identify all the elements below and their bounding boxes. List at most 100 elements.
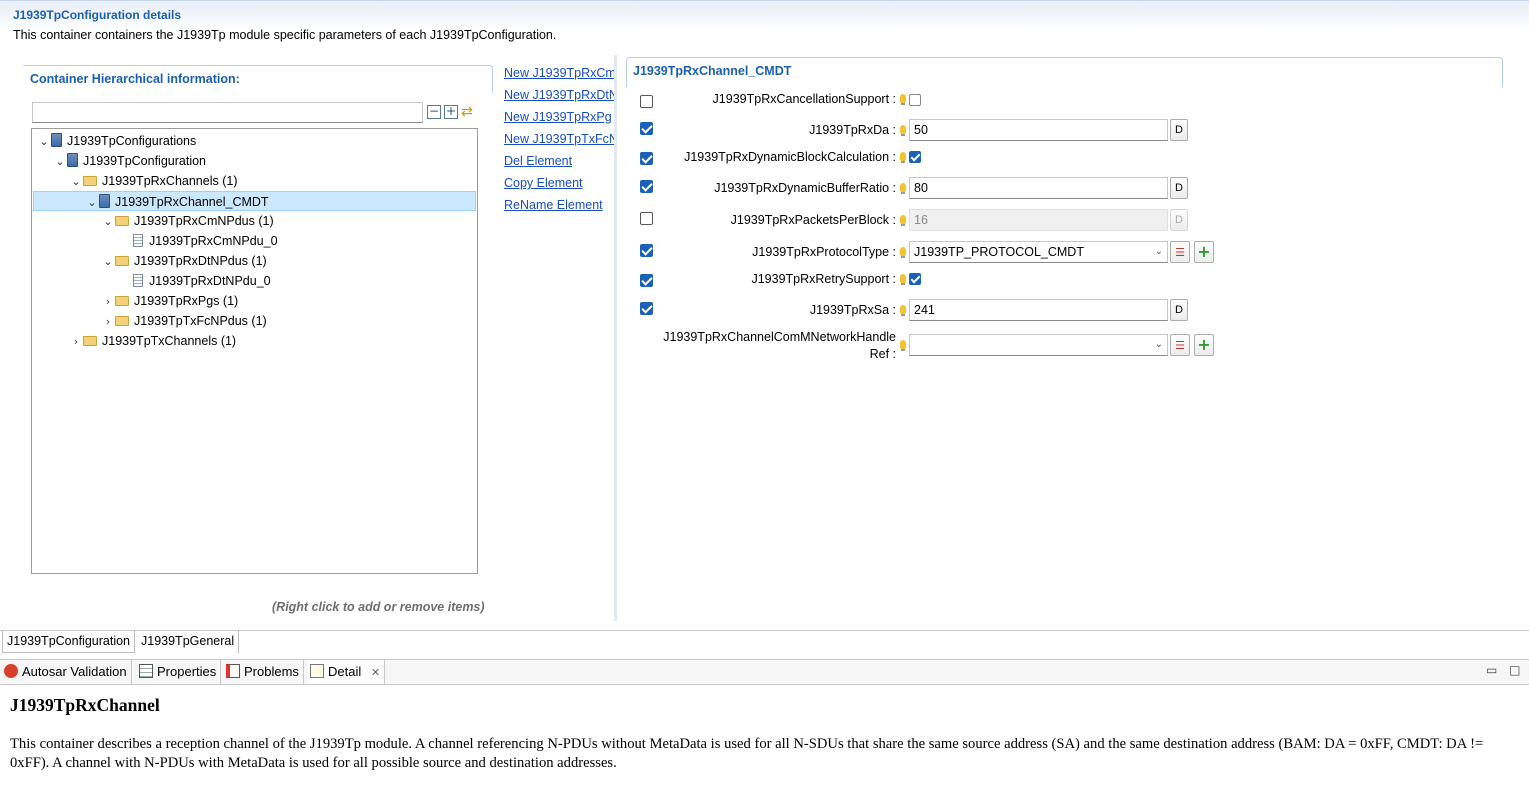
detail-description: This container describes a reception cha…: [10, 736, 1484, 771]
chevron-right-icon[interactable]: ›: [101, 312, 115, 332]
new-txfcn-link[interactable]: New J1939TpTxFcN: [504, 132, 614, 146]
hint-bulb-icon: [900, 274, 906, 285]
tree-node-rxchannel-cmdt[interactable]: ⌄ J1939TpRxChannel_CMDT: [33, 191, 476, 211]
tree-node-rxchannels[interactable]: ⌄ J1939TpRxChannels (1): [69, 171, 237, 192]
chevron-down-icon: ⌄: [1154, 339, 1163, 350]
packets-per-block-default-button: D: [1170, 209, 1188, 231]
folder-icon: [83, 336, 97, 346]
folder-icon: [83, 176, 97, 186]
comm-ref-add-button[interactable]: +: [1194, 334, 1214, 356]
detail-title: J1939TpRxChannel: [10, 695, 160, 715]
chevron-down-icon[interactable]: ⌄: [85, 193, 99, 213]
plus-icon: +: [1197, 242, 1211, 261]
chevron-down-icon[interactable]: ⌄: [101, 212, 115, 232]
hint-bulb-icon: [900, 94, 906, 105]
edit-icon: [310, 664, 324, 678]
rxda-default-button[interactable]: D: [1170, 119, 1188, 141]
dynamic-buffer-ratio-default-button[interactable]: D: [1170, 177, 1188, 199]
tree-node-configurations[interactable]: ⌄ J1939TpConfigurations: [37, 131, 196, 151]
chevron-down-icon[interactable]: ⌄: [53, 152, 67, 172]
page-title: J1939TpConfiguration details: [13, 8, 182, 22]
param-label: J1939TpRxSa :: [809, 303, 896, 317]
hint-bulb-icon: [900, 247, 906, 258]
new-rxcm-link[interactable]: New J1939TpRxCm: [504, 66, 614, 80]
tree-node-txfcnpdus[interactable]: › J1939TpTxFcNPdus (1): [101, 311, 267, 331]
param-label: J1939TpRxCancellationSupport :: [712, 92, 896, 106]
folder-icon: [115, 216, 129, 226]
tree-node-configuration[interactable]: ⌄ J1939TpConfiguration: [53, 151, 206, 171]
hint-bulb-icon: [900, 125, 906, 136]
hierarchy-panel-title: Container Hierarchical information:: [30, 72, 240, 86]
param-label: J1939TpRxDynamicBlockCalculation :: [684, 150, 896, 164]
document-icon: [133, 274, 143, 287]
list-icon: ☰: [1175, 339, 1185, 352]
tree-node-txchannels[interactable]: › J1939TpTxChannels (1): [69, 331, 236, 351]
cancellation-support-value-checkbox[interactable]: [909, 94, 921, 106]
dynamic-block-calc-value-checkbox[interactable]: [909, 151, 921, 163]
copy-element-link[interactable]: Copy Element: [504, 176, 614, 190]
hint-bulb-icon: [900, 152, 906, 163]
rxsa-input[interactable]: 241: [909, 299, 1168, 321]
expand-all-icon[interactable]: +: [444, 105, 458, 119]
collapse-all-icon[interactable]: −: [427, 105, 441, 119]
chevron-right-icon[interactable]: ›: [69, 332, 83, 352]
param-label: J1939TpRxChannelComMNetworkHandle: [663, 330, 896, 344]
rename-element-link[interactable]: ReName Element: [504, 198, 614, 212]
tree-node-rxdtnpdu-0[interactable]: J1939TpRxDtNPdu_0: [133, 271, 271, 291]
folder-icon: [115, 316, 129, 326]
param-label-cont: Ref :: [869, 347, 896, 361]
protocol-type-select[interactable]: J1939TP_PROTOCOL_CMDT ⌄: [909, 241, 1168, 263]
hint-bulb-icon: [900, 183, 906, 194]
folder-icon: [115, 296, 129, 306]
tab-j1939tp-configuration[interactable]: J1939TpConfiguration: [2, 631, 135, 653]
param-label: J1939TpRxPacketsPerBlock :: [730, 213, 896, 227]
document-icon: [133, 234, 143, 247]
maximize-icon[interactable]: □: [1509, 663, 1520, 677]
view-tab-properties[interactable]: Properties: [137, 660, 222, 684]
tree-node-rxcmnpdus[interactable]: ⌄ J1939TpRxCmNPdus (1): [101, 211, 273, 232]
param-label: J1939TpRxDynamicBufferRatio :: [714, 181, 896, 195]
del-element-link[interactable]: Del Element: [504, 154, 614, 168]
config-icon: [51, 133, 62, 147]
tree-filter-input[interactable]: [32, 102, 423, 123]
retry-support-value-checkbox[interactable]: [909, 273, 921, 285]
hint-bulb-icon: [900, 215, 906, 226]
view-window-controls: ▭ □: [1486, 663, 1521, 677]
hint-bulb-icon: [900, 305, 906, 316]
dynamic-buffer-ratio-input[interactable]: 80: [909, 177, 1168, 199]
list-icon: ☰: [1175, 246, 1185, 259]
parameters-panel-title: J1939TpRxChannel_CMDT: [633, 64, 792, 78]
param-label: J1939TpRxRetrySupport :: [751, 272, 896, 286]
chevron-down-icon[interactable]: ⌄: [101, 252, 115, 272]
view-tab-autosar-validation[interactable]: Autosar Validation: [2, 660, 132, 684]
folder-icon: [115, 256, 129, 266]
tree-node-rxcmnpdu-0[interactable]: J1939TpRxCmNPdu_0: [133, 231, 278, 251]
param-label: J1939TpRxProtocolType :: [752, 245, 896, 259]
chevron-down-icon[interactable]: ⌄: [37, 132, 51, 152]
config-icon: [67, 153, 78, 167]
problems-icon: [226, 664, 240, 678]
close-icon[interactable]: ✕: [371, 666, 380, 679]
param-label: J1939TpRxDa :: [809, 123, 896, 137]
minimize-icon[interactable]: ▭: [1486, 663, 1497, 677]
chevron-right-icon[interactable]: ›: [101, 292, 115, 312]
comm-network-handle-ref-select[interactable]: ⌄: [909, 334, 1168, 356]
view-tab-problems[interactable]: Problems: [224, 660, 304, 684]
link-with-editor-icon[interactable]: ⇄: [461, 104, 473, 120]
config-icon: [99, 194, 110, 208]
new-rxpg-link[interactable]: New J1939TpRxPg: [504, 110, 614, 124]
tab-j1939tp-general[interactable]: J1939TpGeneral: [137, 631, 240, 653]
chevron-down-icon[interactable]: ⌄: [69, 172, 83, 192]
tree-node-rxdtnpdus[interactable]: ⌄ J1939TpRxDtNPdus (1): [101, 251, 266, 272]
protocol-type-list-button[interactable]: ☰: [1170, 241, 1190, 263]
view-tab-detail[interactable]: Detail ✕: [308, 660, 386, 684]
rxsa-default-button[interactable]: D: [1170, 299, 1188, 321]
comm-ref-list-button[interactable]: ☰: [1170, 334, 1190, 356]
protocol-type-add-button[interactable]: +: [1194, 241, 1214, 263]
chevron-down-icon: ⌄: [1154, 246, 1163, 257]
rxda-input[interactable]: 50: [909, 119, 1168, 141]
new-rxdtn-link[interactable]: New J1939TpRxDtN: [504, 88, 614, 102]
hint-bulb-icon: [900, 340, 906, 351]
container-tree[interactable]: ⌄ J1939TpConfigurations ⌄ J1939TpConfigura…: [31, 128, 478, 574]
tree-node-rxpgs[interactable]: › J1939TpRxPgs (1): [101, 291, 238, 311]
